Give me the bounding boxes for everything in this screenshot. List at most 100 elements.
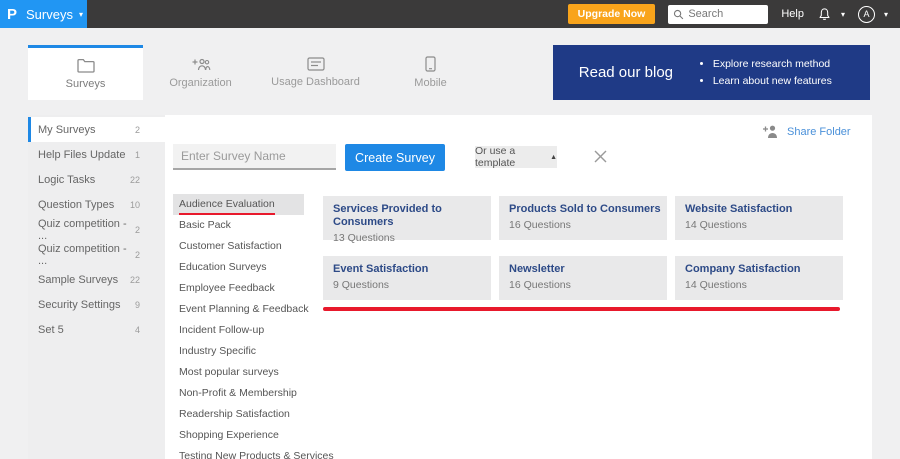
template-cards: Services Provided to Consumers 13 Questi… bbox=[323, 196, 843, 300]
template-card-services-provided[interactable]: Services Provided to Consumers 13 Questi… bbox=[323, 196, 491, 244]
sidebar-item-question-types[interactable]: Question Types 10 bbox=[28, 192, 165, 217]
blog-bullet: Learn about new features bbox=[713, 73, 832, 90]
sidebar-item-count: 2 bbox=[134, 124, 140, 135]
share-folder-button[interactable]: Share Folder bbox=[762, 125, 851, 138]
add-people-icon bbox=[192, 58, 210, 70]
sidebar-item-count: 2 bbox=[134, 249, 140, 260]
sidebar-item-label: My Surveys bbox=[38, 123, 96, 136]
chevron-down-icon: ▾ bbox=[883, 9, 888, 19]
template-categories: Audience Evaluation Basic Pack Customer … bbox=[173, 194, 334, 459]
chevron-up-icon: ▲ bbox=[550, 153, 557, 161]
proprofs-logo-icon: P bbox=[7, 5, 18, 23]
survey-name-input[interactable] bbox=[173, 144, 336, 170]
category-event-planning-feedback[interactable]: Event Planning & Feedback bbox=[173, 299, 309, 320]
app-menu-label: Surveys bbox=[26, 6, 73, 22]
search-input[interactable] bbox=[688, 8, 764, 20]
sidebar-item-count: 1 bbox=[134, 149, 140, 160]
mobile-icon bbox=[425, 56, 436, 72]
template-question-count: 9 Questions bbox=[333, 279, 390, 291]
blog-banner[interactable]: Read our blog Explore research method Le… bbox=[553, 45, 870, 100]
category-audience-evaluation[interactable]: Audience Evaluation bbox=[173, 194, 304, 215]
blog-banner-title: Read our blog bbox=[578, 64, 674, 81]
app-switcher[interactable]: P Surveys ▾ bbox=[0, 0, 87, 28]
category-label: Readership Satisfaction bbox=[179, 408, 290, 420]
category-industry-specific[interactable]: Industry Specific bbox=[173, 341, 304, 362]
template-title: Event Satisfaction bbox=[333, 263, 429, 275]
category-incident-follow-up[interactable]: Incident Follow-up bbox=[173, 320, 304, 341]
sidebar-item-set-5[interactable]: Set 5 4 bbox=[28, 317, 165, 342]
bell-icon bbox=[819, 7, 830, 20]
category-non-profit-membership[interactable]: Non-Profit & Membership bbox=[173, 383, 304, 404]
template-card-company-satisfaction[interactable]: Company Satisfaction 14 Questions bbox=[675, 256, 843, 300]
sidebar-item-label: Sample Surveys bbox=[38, 273, 119, 286]
template-card-newsletter[interactable]: Newsletter 16 Questions bbox=[499, 256, 667, 300]
sidebar-item-label: Help Files Update bbox=[38, 148, 126, 161]
sidebar-item-quiz-competition-2[interactable]: Quiz competition - ... 2 bbox=[28, 242, 165, 267]
category-employee-feedback[interactable]: Employee Feedback bbox=[173, 278, 304, 299]
top-bar: P Surveys ▾ Upgrade Now Help ▾ A ▾ bbox=[0, 0, 900, 28]
close-icon[interactable] bbox=[593, 149, 608, 164]
category-basic-pack[interactable]: Basic Pack bbox=[173, 215, 304, 236]
category-label: Customer Satisfaction bbox=[179, 240, 282, 252]
sidebar-item-count: 4 bbox=[134, 324, 140, 335]
template-title: Company Satisfaction bbox=[685, 263, 801, 275]
upgrade-now-button[interactable]: Upgrade Now bbox=[567, 4, 656, 24]
template-card-products-sold[interactable]: Products Sold to Consumers 16 Questions bbox=[499, 196, 667, 240]
template-title: Services Provided to Consumers bbox=[333, 203, 442, 228]
sidebar-item-sample-surveys[interactable]: Sample Surveys 22 bbox=[28, 267, 165, 292]
sidebar-item-security-settings[interactable]: Security Settings 9 bbox=[28, 292, 165, 317]
sidebar-item-my-surveys[interactable]: My Surveys 2 bbox=[28, 117, 165, 142]
category-label: Employee Feedback bbox=[179, 282, 275, 294]
sidebar-item-label: Quiz competition - ... bbox=[38, 217, 127, 242]
category-education-surveys[interactable]: Education Surveys bbox=[173, 257, 304, 278]
category-label: Industry Specific bbox=[179, 345, 257, 357]
account-menu[interactable]: A ▾ bbox=[857, 5, 888, 23]
sidebar-item-count: 10 bbox=[129, 199, 140, 210]
tab-label: Mobile bbox=[414, 77, 447, 89]
category-label: Education Surveys bbox=[179, 261, 267, 273]
sidebar-item-label: Quiz competition - ... bbox=[38, 242, 127, 267]
category-customer-satisfaction[interactable]: Customer Satisfaction bbox=[173, 236, 304, 257]
template-question-count: 13 Questions bbox=[333, 232, 395, 244]
category-label: Audience Evaluation bbox=[179, 195, 275, 215]
tab-label: Organization bbox=[169, 76, 232, 89]
template-card-website-satisfaction[interactable]: Website Satisfaction 14 Questions bbox=[675, 196, 843, 240]
notifications-menu[interactable]: ▾ bbox=[817, 7, 845, 22]
template-question-count: 14 Questions bbox=[685, 219, 747, 231]
red-annotation-line bbox=[323, 307, 840, 311]
category-readership-satisfaction[interactable]: Readership Satisfaction bbox=[173, 404, 304, 425]
sidebar-item-label: Question Types bbox=[38, 198, 115, 211]
tab-mobile[interactable]: Mobile bbox=[373, 45, 488, 100]
help-link[interactable]: Help bbox=[781, 8, 804, 20]
folder-icon bbox=[76, 58, 95, 73]
category-label: Non-Profit & Membership bbox=[179, 387, 297, 399]
tab-surveys[interactable]: Surveys bbox=[28, 45, 143, 100]
sidebar-item-quiz-competition-1[interactable]: Quiz competition - ... 2 bbox=[28, 217, 165, 242]
create-survey-button[interactable]: Create Survey bbox=[345, 144, 445, 171]
template-card-event-satisfaction[interactable]: Event Satisfaction 9 Questions bbox=[323, 256, 491, 300]
avatar: A bbox=[857, 5, 875, 23]
template-question-count: 14 Questions bbox=[685, 279, 747, 291]
category-testing-new-products[interactable]: Testing New Products & Services bbox=[173, 446, 334, 459]
category-label: Most popular surveys bbox=[179, 366, 279, 378]
sidebar-item-count: 22 bbox=[129, 174, 140, 185]
template-question-count: 16 Questions bbox=[509, 279, 571, 291]
template-title: Newsletter bbox=[509, 263, 565, 275]
chevron-down-icon: ▾ bbox=[78, 9, 83, 19]
use-template-dropdown[interactable]: Or use a template ▲ bbox=[475, 145, 557, 169]
global-search bbox=[668, 4, 769, 24]
sidebar-item-help-files-update[interactable]: Help Files Update 1 bbox=[28, 142, 165, 167]
folders-sidebar: My Surveys 2 Help Files Update 1 Logic T… bbox=[28, 115, 165, 459]
category-label: Shopping Experience bbox=[179, 429, 279, 441]
sidebar-item-label: Logic Tasks bbox=[38, 173, 96, 186]
template-title: Products Sold to Consumers bbox=[509, 203, 661, 215]
category-label: Basic Pack bbox=[179, 219, 231, 231]
tab-organization[interactable]: Organization bbox=[143, 45, 258, 100]
tab-usage-dashboard[interactable]: Usage Dashboard bbox=[258, 45, 373, 100]
share-folder-label: Share Folder bbox=[787, 125, 851, 138]
category-most-popular-surveys[interactable]: Most popular surveys bbox=[173, 362, 304, 383]
category-shopping-experience[interactable]: Shopping Experience bbox=[173, 425, 304, 446]
sidebar-item-logic-tasks[interactable]: Logic Tasks 22 bbox=[28, 167, 165, 192]
dashboard-icon bbox=[306, 57, 325, 71]
template-title: Website Satisfaction bbox=[685, 203, 793, 215]
